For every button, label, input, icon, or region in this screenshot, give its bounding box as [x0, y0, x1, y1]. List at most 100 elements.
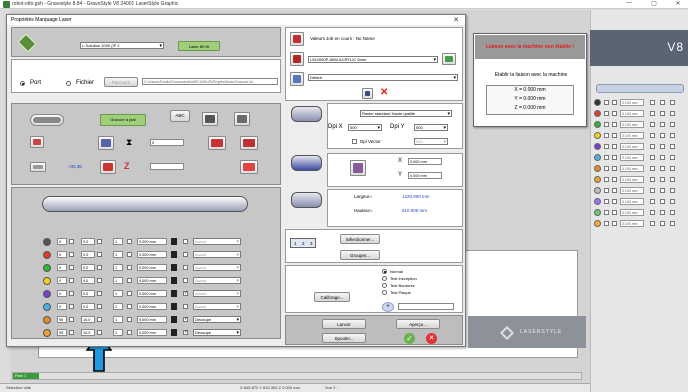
- flat-engrave-button[interactable]: Gravure à plat: [100, 114, 146, 126]
- vector-mode-icon[interactable]: [30, 114, 64, 126]
- pass-checkbox[interactable]: [183, 265, 188, 270]
- layer-option-b[interactable]: [660, 199, 665, 204]
- pass-count-field[interactable]: 1: [113, 264, 123, 271]
- maximize-button[interactable]: ▢: [648, 0, 660, 7]
- spooler-button[interactable]: Spooler...: [322, 333, 366, 343]
- layer-lock-checkbox[interactable]: [612, 122, 617, 127]
- layer-option-a[interactable]: [650, 111, 655, 116]
- layer-option-b[interactable]: [660, 122, 665, 127]
- size-tab-icon[interactable]: [291, 192, 322, 208]
- pass-enable-checkbox[interactable]: [127, 278, 132, 283]
- pass-enable-checkbox[interactable]: [127, 291, 132, 296]
- layer-lock-checkbox[interactable]: [612, 210, 617, 215]
- layer-option-b[interactable]: [660, 144, 665, 149]
- file-path-field[interactable]: C:\Users\Public\Documents\MECANIUS\Proje…: [142, 78, 278, 85]
- layer-option-b[interactable]: [660, 166, 665, 171]
- disabled-cross-icon[interactable]: [100, 160, 116, 174]
- layer-width-field[interactable]: 0.100 mm: [620, 209, 644, 216]
- add-icon[interactable]: +: [382, 302, 394, 312]
- pass-power-spin[interactable]: [69, 291, 74, 296]
- pass-offset-field[interactable]: 0.000 mm: [137, 277, 167, 284]
- coord-y-field[interactable]: 0.000 mm: [408, 172, 442, 179]
- pass-power-spin[interactable]: [69, 239, 74, 244]
- file-radio[interactable]: [66, 81, 71, 86]
- layer-option-c[interactable]: [670, 166, 675, 171]
- mode-radio[interactable]: [382, 269, 387, 274]
- pass-toggle-icon[interactable]: [171, 277, 177, 284]
- layer-row[interactable]: 0.100 mm: [594, 120, 686, 129]
- pass-table-toolbar[interactable]: [42, 196, 248, 212]
- run-button[interactable]: Lancer: [322, 319, 366, 329]
- pass-toggle-icon[interactable]: [171, 316, 177, 323]
- pass-mode-combo[interactable]: Aucun: [193, 290, 241, 297]
- layer-option-a[interactable]: [650, 100, 655, 105]
- pass-offset-field[interactable]: 0.000 mm: [137, 316, 167, 323]
- page-1[interactable]: 1: [294, 241, 297, 246]
- pass-checkbox[interactable]: ✓: [183, 290, 188, 296]
- layer-lock-checkbox[interactable]: [612, 188, 617, 193]
- pass-power-spin[interactable]: [69, 265, 74, 270]
- pass-offset-field[interactable]: 0.000 mm: [137, 251, 167, 258]
- pass-count-field[interactable]: 1: [113, 329, 123, 336]
- delete-icon[interactable]: [240, 160, 258, 174]
- layer-visible-checkbox[interactable]: [604, 188, 609, 193]
- preview-button[interactable]: Aperçu...: [396, 319, 440, 329]
- pass-mode-combo[interactable]: Aucun: [193, 238, 241, 245]
- layer-visible-checkbox[interactable]: [604, 144, 609, 149]
- preset-icon[interactable]: [290, 72, 304, 86]
- laser-power-button[interactable]: Laser 80 W: [178, 41, 220, 51]
- pass-count-field[interactable]: 1: [113, 316, 123, 323]
- pass-power-field[interactable]: 0: [57, 303, 67, 310]
- pass-speed-spin[interactable]: [97, 317, 102, 322]
- layer-option-b[interactable]: [660, 210, 665, 215]
- layer-option-a[interactable]: [650, 155, 655, 160]
- layer-width-field[interactable]: 0.100 mm: [620, 121, 644, 128]
- pass-enable-checkbox[interactable]: [127, 317, 132, 322]
- layer-row[interactable]: 0.100 mm: [594, 175, 686, 184]
- layer-visible-checkbox[interactable]: [604, 100, 609, 105]
- layer-row[interactable]: 0.100 mm: [594, 197, 686, 206]
- layer-visible-checkbox[interactable]: [604, 177, 609, 182]
- pass-toggle-icon[interactable]: [171, 329, 177, 336]
- layer-option-c[interactable]: [670, 100, 675, 105]
- pass-power-spin[interactable]: [69, 252, 74, 257]
- material-combo[interactable]: L510000P-80W-ACRYLIC 5mm: [308, 56, 438, 63]
- layer-row[interactable]: 0.100 mm: [594, 186, 686, 195]
- layer-option-c[interactable]: [670, 177, 675, 182]
- port-radio[interactable]: [20, 81, 25, 86]
- layer-lock-checkbox[interactable]: [612, 144, 617, 149]
- pass-power-field[interactable]: 95: [57, 329, 67, 336]
- robot-alt-icon[interactable]: [240, 136, 258, 150]
- list-icon[interactable]: [234, 112, 250, 126]
- pass-mode-combo[interactable]: Aucun: [193, 277, 241, 284]
- pass-enable-checkbox[interactable]: [127, 265, 132, 270]
- layer-option-c[interactable]: [670, 133, 675, 138]
- pass-enable-checkbox[interactable]: [127, 330, 132, 335]
- layer-lock-checkbox[interactable]: [612, 221, 617, 226]
- layer-option-a[interactable]: [650, 199, 655, 204]
- layer-option-c[interactable]: [670, 210, 675, 215]
- pass-speed-field[interactable]: 10.0: [81, 316, 95, 323]
- cancel-cross-icon[interactable]: [30, 136, 44, 148]
- layer-option-c[interactable]: [670, 144, 675, 149]
- pass-checkbox[interactable]: [183, 239, 188, 244]
- doc-tab[interactable]: Plan 1: [13, 373, 39, 379]
- z-axis-icon[interactable]: Z: [124, 161, 130, 171]
- pass-power-spin[interactable]: [69, 278, 74, 283]
- pass-count-field[interactable]: 1: [113, 277, 123, 284]
- layer-width-field[interactable]: 0.100 mm: [620, 165, 644, 172]
- pass-offset-field[interactable]: 0.000 mm: [137, 303, 167, 310]
- pass-mode-combo[interactable]: Découpe: [193, 329, 241, 336]
- stack-icon[interactable]: [98, 136, 114, 150]
- material-add-icon[interactable]: [442, 53, 456, 65]
- horizontal-scrollbar[interactable]: Plan 1: [12, 372, 582, 380]
- layer-option-a[interactable]: [650, 188, 655, 193]
- layer-option-c[interactable]: [670, 155, 675, 160]
- pass-toggle-icon[interactable]: [171, 238, 177, 245]
- pass-count-field[interactable]: 1: [113, 251, 123, 258]
- layer-option-c[interactable]: [670, 221, 675, 226]
- pass-mode-combo[interactable]: Découpe: [193, 316, 241, 323]
- minimize-button[interactable]: —: [623, 0, 635, 6]
- pass-toggle-icon[interactable]: [171, 290, 177, 297]
- pass-count-field[interactable]: 1: [113, 290, 123, 297]
